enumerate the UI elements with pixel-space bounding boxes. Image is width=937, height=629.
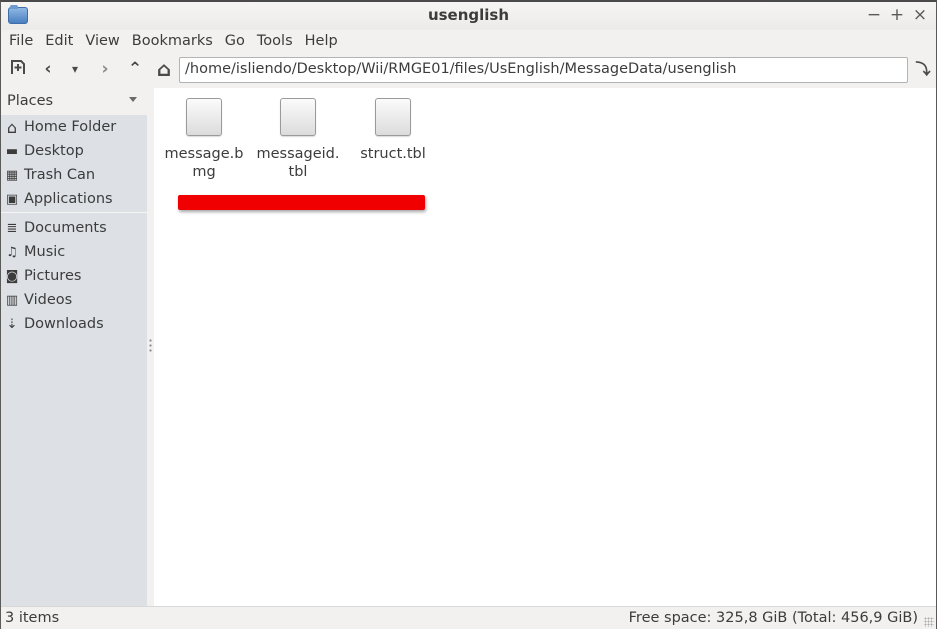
menu-edit[interactable]: Edit [39,30,79,54]
applications-icon: ▣ [5,191,19,207]
desktop-icon: ▬ [5,143,19,159]
new-tab-button[interactable] [7,58,29,80]
sidebar-item-label: Home Folder [24,119,117,135]
grip-dots-icon [149,338,152,352]
toolbar: ‹ ▾ › ⌃ ⌂ /home/isliendo/Desktop/Wii/RMG… [1,54,936,86]
close-button[interactable]: × [910,5,930,25]
sidebar-resize-handle[interactable] [147,88,154,606]
item-count: 3 items [5,610,60,626]
sidebar-item-label: Applications [24,191,113,207]
sidebar-item-downloads[interactable]: ⇣ Downloads [1,312,147,336]
forward-button[interactable]: › [94,58,116,80]
up-button[interactable]: ⌃ [124,58,146,80]
sidebar-item-label: Pictures [24,268,82,284]
menu-tools[interactable]: Tools [251,30,299,54]
sidebar-item-label: Music [24,244,66,260]
window-title: usenglish [427,6,510,24]
free-space: Free space: 325,8 GiB (Total: 456,9 GiB) [628,610,918,626]
sidebar-item-desktop[interactable]: ▬ Desktop [1,139,147,163]
menu-file[interactable]: File [3,30,39,54]
file-view[interactable]: message.bmg messageid.tbl struct.tbl [154,88,936,606]
home-icon: ⌂ [156,57,172,81]
pictures-icon: ◙ [5,268,19,284]
file-name: struct.tbl [360,146,426,162]
chevron-down-icon[interactable] [129,97,137,102]
up-icon: ⌃ [127,59,143,79]
places-title: Places [7,93,54,109]
new-tab-icon [11,60,25,74]
go-icon: ⤵ [915,60,931,78]
chevron-down-icon: ▾ [71,62,79,76]
sidebar-item-label: Desktop [24,143,84,159]
sidebar-divider [1,212,147,213]
address-bar[interactable]: /home/isliendo/Desktop/Wii/RMGE01/files/… [179,57,908,83]
sidebar-item-music[interactable]: ♫ Music [1,240,147,264]
maximize-button[interactable]: + [887,5,907,25]
back-icon: ‹ [44,59,52,79]
history-button[interactable]: ▾ [64,58,86,80]
go-button[interactable]: ⤵ [912,58,934,80]
sidebar-item-videos[interactable]: ▥ Videos [1,288,147,312]
videos-icon: ▥ [5,292,19,308]
documents-icon: ≣ [6,220,18,236]
file-item[interactable]: struct.tbl [345,98,441,163]
home-button[interactable]: ⌂ [153,58,175,80]
generic-file-icon [280,98,316,136]
file-name: message.bmg [164,146,244,180]
sidebar-item-pictures[interactable]: ◙ Pictures [1,264,147,288]
back-button[interactable]: ‹ [37,58,59,80]
file-item[interactable]: messageid.tbl [250,98,346,181]
trash-icon: ▦ [5,167,19,183]
sidebar-item-applications[interactable]: ▣ Applications [1,187,147,211]
file-item[interactable]: message.bmg [156,98,252,181]
generic-file-icon [375,98,411,136]
places-header[interactable]: Places [1,88,147,115]
sidebar-item-label: Downloads [24,316,104,332]
menu-go[interactable]: Go [219,30,251,54]
menu-bookmarks[interactable]: Bookmarks [126,30,219,54]
forward-icon: › [101,59,109,79]
status-bar: 3 items Free space: 325,8 GiB (Total: 45… [1,606,936,629]
file-manager-window: usenglish − + × File Edit View Bookmarks… [0,0,937,629]
music-icon: ♫ [6,244,18,260]
menu-bar: File Edit View Bookmarks Go Tools Help [1,30,936,54]
downloads-icon: ⇣ [6,316,18,332]
minimize-button[interactable]: − [864,5,884,25]
resize-grip-icon[interactable] [924,617,934,627]
sidebar-item-documents[interactable]: ≣ Documents [1,216,147,240]
sidebar-item-label: Videos [24,292,73,308]
title-bar[interactable]: usenglish − + × [1,2,936,30]
sidebar-item-label: Trash Can [24,167,96,183]
home-icon: ⌂ [6,117,18,137]
sidebar-item-label: Documents [24,220,107,236]
sidebar-item-trash-can[interactable]: ▦ Trash Can [1,163,147,187]
menu-help[interactable]: Help [299,30,344,54]
sidebar-item-home-folder[interactable]: ⌂ Home Folder [1,115,147,139]
places-sidebar: Places ⌂ Home Folder ▬ Desktop ▦ Trash C… [1,88,147,606]
file-name: messageid.tbl [256,146,340,180]
redaction-bar [178,195,425,210]
menu-view[interactable]: View [79,30,125,54]
generic-file-icon [186,98,222,136]
